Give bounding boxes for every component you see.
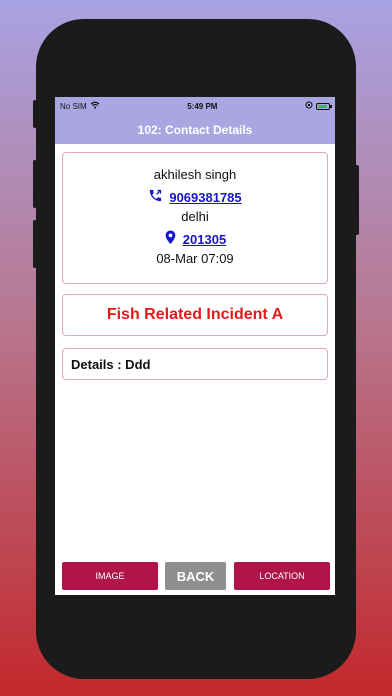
contact-datetime: 08-Mar 07:09 bbox=[156, 251, 234, 266]
screen: No SIM 5:49 PM 102: Contact Details akhi… bbox=[55, 97, 335, 595]
nav-bar: 102: Contact Details bbox=[55, 115, 335, 144]
details-label: Details : Ddd bbox=[71, 356, 151, 372]
contact-name: akhilesh singh bbox=[153, 167, 237, 182]
contact-city: delhi bbox=[181, 209, 209, 224]
details-card: Details : Ddd bbox=[62, 348, 328, 380]
contact-card: akhilesh singh 9069381785 delhi 201305 0… bbox=[62, 152, 328, 284]
volume-up-button bbox=[33, 160, 37, 208]
power-button bbox=[355, 165, 359, 235]
location-button[interactable]: LOCATION bbox=[234, 562, 330, 590]
incident-card: Fish Related Incident A bbox=[62, 294, 328, 336]
volume-down-button bbox=[33, 220, 37, 268]
orientation-lock-icon bbox=[305, 101, 313, 111]
status-bar: No SIM 5:49 PM bbox=[55, 97, 335, 115]
mute-switch bbox=[33, 100, 37, 128]
incident-title: Fish Related Incident A bbox=[106, 306, 284, 323]
phone-number-link[interactable]: 9069381785 bbox=[169, 190, 241, 205]
pincode-link[interactable]: 201305 bbox=[183, 232, 226, 247]
phone-call-icon bbox=[148, 188, 163, 206]
carrier-label: No SIM bbox=[60, 101, 87, 111]
location-pin-icon bbox=[164, 230, 177, 248]
page-title: 102: Contact Details bbox=[137, 122, 253, 137]
back-button[interactable]: BACK bbox=[165, 562, 226, 590]
wifi-icon bbox=[90, 101, 100, 111]
status-time: 5:49 PM bbox=[187, 101, 218, 111]
battery-icon bbox=[316, 102, 332, 110]
image-button[interactable]: IMAGE bbox=[62, 562, 158, 590]
